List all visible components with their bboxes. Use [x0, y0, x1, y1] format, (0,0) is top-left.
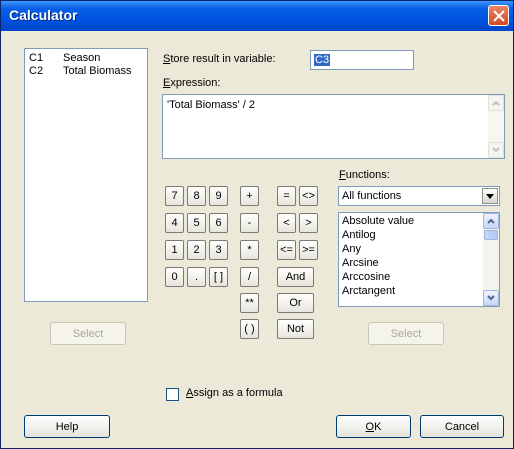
key-equals[interactable]: = [277, 186, 296, 206]
close-button[interactable] [488, 5, 509, 26]
scroll-down-button[interactable] [483, 290, 499, 306]
key-greater-equal[interactable]: >= [299, 240, 318, 260]
key-7[interactable]: 7 [165, 186, 184, 206]
variable-list[interactable]: C1 Season C2 Total Biomass [24, 48, 148, 302]
scroll-thumb[interactable] [484, 230, 498, 240]
dropdown-arrow-button[interactable] [482, 188, 498, 204]
chevron-up-icon [492, 100, 500, 106]
key-5[interactable]: 5 [187, 213, 206, 233]
key-power[interactable]: ** [240, 293, 259, 313]
key-9[interactable]: 9 [209, 186, 228, 206]
window-title: Calculator [9, 7, 78, 23]
list-item[interactable]: Any [342, 243, 361, 255]
title-bar: Calculator [1, 1, 513, 31]
key-not[interactable]: Not [277, 319, 314, 339]
list-item[interactable]: Arccosine [342, 271, 390, 283]
store-variable-input[interactable]: C3 [310, 50, 414, 70]
calculator-dialog: Calculator C1 Season C2 Total Biomass Se… [0, 0, 514, 449]
key-greater-than[interactable]: > [299, 213, 318, 233]
list-item[interactable]: Arcsine [342, 257, 379, 269]
expression-value: 'Total Biomass' / 2 [167, 99, 255, 111]
key-or[interactable]: Or [277, 293, 314, 313]
key-6[interactable]: 6 [209, 213, 228, 233]
store-result-label: Store result in variable: [163, 53, 276, 65]
chevron-down-icon [492, 147, 500, 153]
expression-scrollbar[interactable] [488, 95, 504, 158]
functions-list[interactable]: Absolute value Antilog Any Arcsine Arcco… [338, 212, 500, 307]
list-item[interactable]: Absolute value [342, 215, 414, 227]
cancel-button[interactable]: Cancel [420, 415, 504, 438]
key-brackets[interactable]: [ ] [209, 267, 228, 287]
scroll-down-button[interactable] [488, 142, 504, 158]
key-1[interactable]: 1 [165, 240, 184, 260]
scroll-up-button[interactable] [483, 213, 499, 229]
triangle-down-icon [486, 194, 494, 199]
list-item[interactable]: Antilog [342, 229, 376, 241]
expression-label: Expression: [163, 77, 221, 89]
chevron-down-icon [487, 295, 495, 301]
assign-formula-checkbox[interactable] [166, 388, 179, 401]
ok-button[interactable]: OK [336, 415, 411, 438]
key-4[interactable]: 4 [165, 213, 184, 233]
key-and[interactable]: And [277, 267, 314, 287]
key-3[interactable]: 3 [209, 240, 228, 260]
key-decimal[interactable]: . [187, 267, 206, 287]
functions-scrollbar[interactable] [483, 213, 499, 306]
select-variable-button[interactable]: Select [50, 322, 126, 345]
key-0[interactable]: 0 [165, 267, 184, 287]
key-minus[interactable]: - [240, 213, 259, 233]
key-divide[interactable]: / [240, 267, 259, 287]
key-2[interactable]: 2 [187, 240, 206, 260]
expression-textarea[interactable]: 'Total Biomass' / 2 [162, 94, 505, 159]
key-not-equal[interactable]: <> [299, 186, 318, 206]
key-parentheses[interactable]: ( ) [240, 319, 259, 339]
key-less-equal[interactable]: <= [277, 240, 296, 260]
scroll-up-button[interactable] [488, 95, 504, 111]
key-8[interactable]: 8 [187, 186, 206, 206]
functions-dropdown-value: All functions [342, 190, 402, 202]
key-multiply[interactable]: * [240, 240, 259, 260]
close-icon [493, 10, 505, 22]
assign-formula-label: Assign as a formula [186, 387, 283, 399]
store-variable-value: C3 [314, 54, 331, 66]
chevron-up-icon [487, 218, 495, 224]
functions-label: Functions: [339, 169, 390, 181]
select-function-button[interactable]: Select [368, 322, 444, 345]
list-item[interactable]: Arctangent [342, 285, 395, 297]
functions-dropdown[interactable]: All functions [338, 186, 500, 206]
help-button[interactable]: Help [24, 415, 110, 438]
key-plus[interactable]: + [240, 186, 259, 206]
key-less-than[interactable]: < [277, 213, 296, 233]
